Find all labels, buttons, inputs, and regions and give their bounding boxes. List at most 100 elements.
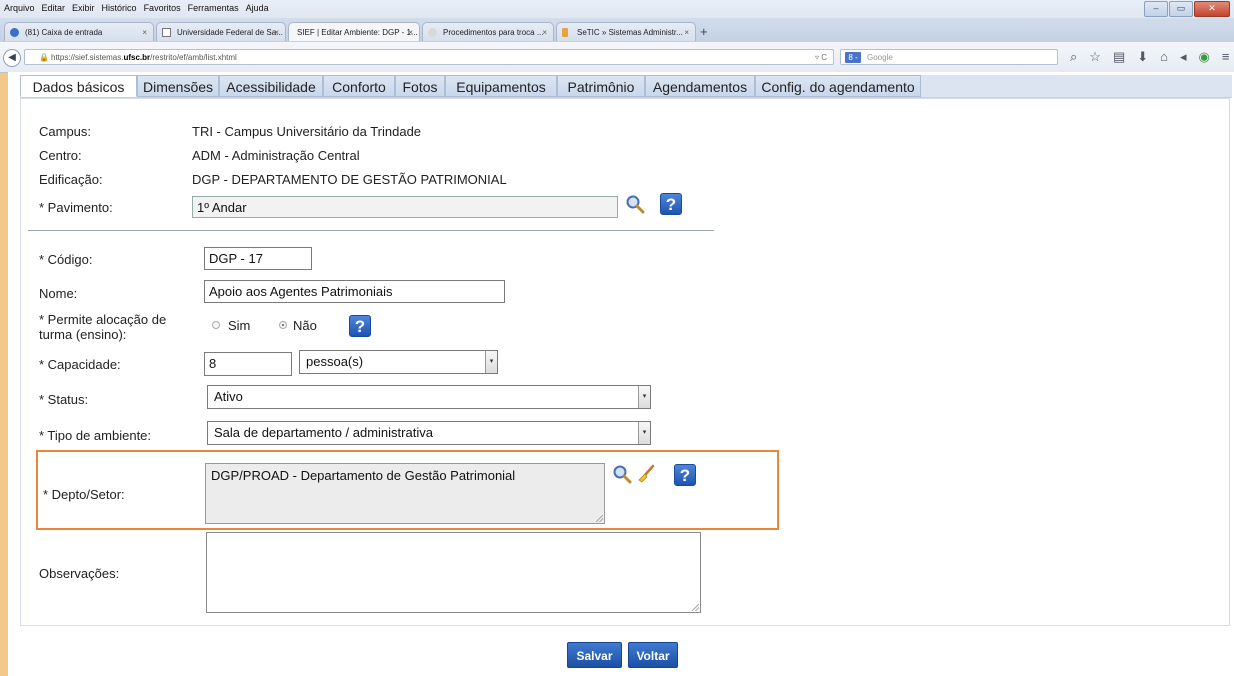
- sim-radio[interactable]: [212, 321, 220, 329]
- pavimento-help-button[interactable]: ?: [660, 193, 682, 215]
- menu-ajuda[interactable]: Ajuda: [246, 3, 269, 13]
- search-icon[interactable]: ⌕: [1070, 49, 1077, 65]
- menu-editar[interactable]: Editar: [42, 3, 66, 13]
- menu-ferramentas[interactable]: Ferramentas: [188, 3, 239, 13]
- reload-icon[interactable]: ▿ C: [815, 50, 827, 66]
- permite-help-button[interactable]: ?: [349, 315, 371, 337]
- codigo-input[interactable]: DGP - 17: [204, 247, 312, 270]
- window-controls: – ▭ ✕: [1144, 1, 1230, 17]
- chevron-down-icon[interactable]: ▾: [638, 422, 650, 444]
- chevron-down-icon[interactable]: ▾: [638, 386, 650, 408]
- campus-value: TRI - Campus Universitário da Trindade: [192, 124, 422, 139]
- menu-arquivo[interactable]: Arquivo: [4, 3, 35, 13]
- campus-label: Campus:: [39, 124, 92, 139]
- nao-radio[interactable]: [279, 321, 287, 329]
- browser-menubar: Arquivo Editar Exibir Histórico Favorito…: [0, 0, 1234, 18]
- search-engine-icon[interactable]: 8 -: [845, 52, 861, 63]
- minimize-icon[interactable]: –: [1144, 1, 1168, 17]
- permite-label-line2: turma (ensino):: [39, 327, 127, 342]
- clear-brush-icon[interactable]: [636, 464, 656, 484]
- new-tab-button[interactable]: +: [700, 23, 708, 40]
- menu-icon[interactable]: ≡: [1222, 49, 1230, 65]
- back-button[interactable]: Voltar: [628, 642, 678, 668]
- lock-icon: 🔒: [39, 53, 49, 62]
- tipo-ambiente-select[interactable]: Sala de departamento / administrativa ▾: [207, 421, 651, 445]
- browser-tab-label: Universidade Federal de Sa...: [177, 28, 283, 37]
- tab-acessibilidade[interactable]: Acessibilidade: [219, 75, 323, 97]
- menu-exibir[interactable]: Exibir: [72, 3, 95, 13]
- url-prefix: https://sief.sistemas.: [51, 53, 124, 62]
- edificacao-value: DGP - DEPARTAMENTO DE GESTÃO PATRIMONIAL: [192, 172, 507, 187]
- toolbar-icons: ⌕ ☆ ▤ ⬇ ⌂ ◂ ◉ ≡: [1070, 49, 1229, 65]
- menu-historico[interactable]: Histórico: [102, 3, 137, 13]
- search-bar[interactable]: 8 - Google: [840, 49, 1058, 65]
- nao-radio-label[interactable]: Não: [293, 318, 317, 333]
- tab-equipamentos[interactable]: Equipamentos: [445, 75, 557, 97]
- depto-setor-label: * Depto/Setor:: [43, 487, 125, 502]
- menu-favoritos[interactable]: Favoritos: [144, 3, 181, 13]
- back-arrow-icon[interactable]: ◀: [3, 49, 21, 67]
- download-icon[interactable]: ⬇: [1137, 49, 1148, 65]
- tab-dimensoes[interactable]: Dimensões: [137, 75, 219, 97]
- browser-navbar: ◀ 🔒 https://sief.sistemas.ufsc.br/restri…: [0, 42, 1234, 73]
- addon-icon[interactable]: ◉: [1199, 49, 1210, 65]
- pavimento-field: 1º Andar: [192, 196, 618, 218]
- depto-help-button[interactable]: ?: [674, 464, 696, 486]
- search-placeholder: Google: [867, 53, 893, 62]
- chevron-down-icon[interactable]: ▾: [485, 351, 497, 373]
- tab-config-agendamento[interactable]: Config. do agendamento: [755, 75, 921, 97]
- browser-tab-sief[interactable]: SIEF | Editar Ambiente: DGP - 1... ×: [288, 22, 420, 41]
- browser-tab-ufsc[interactable]: Universidade Federal de Sa... ×: [156, 22, 286, 41]
- centro-label: Centro:: [39, 148, 82, 163]
- capacidade-unit-value: pessoa(s): [306, 354, 364, 369]
- capacidade-unit-select[interactable]: pessoa(s) ▾: [299, 350, 498, 374]
- close-tab-icon[interactable]: ×: [408, 23, 413, 41]
- close-icon[interactable]: ✕: [1194, 1, 1230, 17]
- tab-conforto[interactable]: Conforto: [323, 75, 395, 97]
- capacidade-label: * Capacidade:: [39, 357, 121, 372]
- close-tab-icon[interactable]: ×: [274, 23, 279, 41]
- close-tab-icon[interactable]: ×: [684, 23, 689, 41]
- ufsc-icon: [162, 28, 171, 37]
- url-domain: ufsc.br: [123, 53, 151, 62]
- tab-patrimonio[interactable]: Patrimônio: [557, 75, 645, 97]
- close-tab-icon[interactable]: ×: [542, 23, 547, 41]
- save-button[interactable]: Salvar: [567, 642, 622, 668]
- bookmark-star-icon[interactable]: ☆: [1089, 49, 1101, 65]
- centro-value: ADM - Administração Central: [192, 148, 360, 163]
- url-bar[interactable]: 🔒 https://sief.sistemas.ufsc.br/restrito…: [24, 49, 834, 65]
- capacidade-input[interactable]: 8: [204, 352, 292, 376]
- tipo-ambiente-label: * Tipo de ambiente:: [39, 428, 152, 443]
- browser-tab-setic[interactable]: SeTIC » Sistemas Administr... ×: [556, 22, 696, 41]
- search-icon[interactable]: [625, 194, 645, 214]
- close-tab-icon[interactable]: ×: [142, 23, 147, 41]
- depto-setor-value: DGP/PROAD - Departamento de Gestão Patri…: [211, 468, 516, 483]
- resize-grip-icon[interactable]: [692, 604, 699, 611]
- mail-icon: [10, 28, 19, 37]
- browser-tab-label: SIEF | Editar Ambiente: DGP - 1...: [297, 28, 418, 37]
- send-icon[interactable]: ◂: [1180, 49, 1187, 65]
- permite-label-line1: * Permite alocação de: [39, 312, 167, 327]
- maximize-icon[interactable]: ▭: [1169, 1, 1193, 17]
- edificacao-label: Edificação:: [39, 172, 103, 187]
- tab-agendamentos[interactable]: Agendamentos: [645, 75, 755, 97]
- library-icon[interactable]: ▤: [1113, 49, 1125, 65]
- url-path: /restrito/ef/amb/list.xhtml: [150, 53, 237, 62]
- browser-tab-procedimentos[interactable]: Procedimentos para troca ... ×: [422, 22, 554, 41]
- status-select[interactable]: Ativo ▾: [207, 385, 651, 409]
- tab-dados-basicos[interactable]: Dados básicos: [20, 75, 137, 97]
- nome-input[interactable]: Apoio aos Agentes Patrimoniais: [204, 280, 505, 303]
- star-icon: [428, 28, 437, 37]
- browser-tab-inbox[interactable]: (81) Caixa de entrada ×: [4, 22, 154, 41]
- status-value: Ativo: [214, 389, 243, 404]
- observacoes-textarea[interactable]: [206, 532, 701, 613]
- home-icon[interactable]: ⌂: [1160, 49, 1168, 65]
- browser-tabstrip: (81) Caixa de entrada × Universidade Fed…: [0, 18, 1234, 42]
- pavimento-label: * Pavimento:: [39, 200, 113, 215]
- resize-grip-icon[interactable]: [596, 515, 603, 522]
- tab-fotos[interactable]: Fotos: [395, 75, 445, 97]
- status-label: * Status:: [39, 392, 89, 407]
- sim-radio-label[interactable]: Sim: [228, 318, 250, 333]
- browser-tab-label: Procedimentos para troca ...: [443, 28, 544, 37]
- search-icon[interactable]: [612, 464, 632, 484]
